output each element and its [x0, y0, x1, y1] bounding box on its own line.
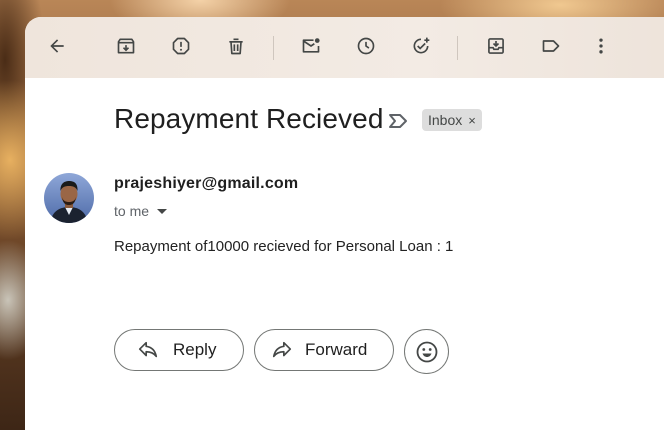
toolbar-divider: [273, 36, 274, 60]
toolbar-divider: [457, 36, 458, 60]
recipient-label: to me: [114, 203, 150, 219]
sender-email: prajeshiyer@gmail.com: [114, 175, 299, 192]
forward-button[interactable]: Forward: [254, 329, 394, 371]
snooze-icon[interactable]: [351, 31, 381, 61]
sender-avatar[interactable]: [44, 173, 94, 223]
archive-icon[interactable]: [111, 31, 141, 61]
message-toolbar: [25, 17, 664, 78]
chevron-down-icon[interactable]: [157, 208, 168, 214]
report-spam-icon[interactable]: [166, 31, 196, 61]
reply-button[interactable]: Reply: [114, 329, 244, 371]
emoji-reaction-button[interactable]: [404, 329, 449, 374]
forward-label: Forward: [305, 340, 368, 359]
move-to-icon[interactable]: [481, 31, 511, 61]
message-view: Repayment Recieved Inbox × prajeshiyer@g…: [25, 78, 664, 430]
delete-icon[interactable]: [221, 31, 251, 61]
inbox-label-text: Inbox: [428, 112, 463, 128]
more-options-icon[interactable]: [586, 31, 616, 61]
email-body: Repayment of10000 recieved for Personal …: [114, 238, 454, 255]
recipient-details-toggle[interactable]: to me: [114, 203, 168, 219]
reply-label: Reply: [173, 340, 217, 359]
mark-unread-icon[interactable]: [296, 31, 326, 61]
mail-window: Repayment Recieved Inbox × prajeshiyer@g…: [25, 17, 664, 430]
remove-label-icon[interactable]: ×: [468, 113, 476, 128]
reply-icon: [138, 341, 158, 358]
email-subject: Repayment Recieved: [114, 103, 384, 134]
add-to-tasks-icon[interactable]: [406, 31, 436, 61]
smiley-icon: [416, 341, 437, 362]
importance-marker-icon[interactable]: [388, 111, 410, 131]
forward-icon: [272, 341, 292, 358]
inbox-label-chip: Inbox ×: [422, 109, 482, 131]
back-arrow-icon[interactable]: [42, 31, 72, 61]
label-icon[interactable]: [536, 31, 566, 61]
